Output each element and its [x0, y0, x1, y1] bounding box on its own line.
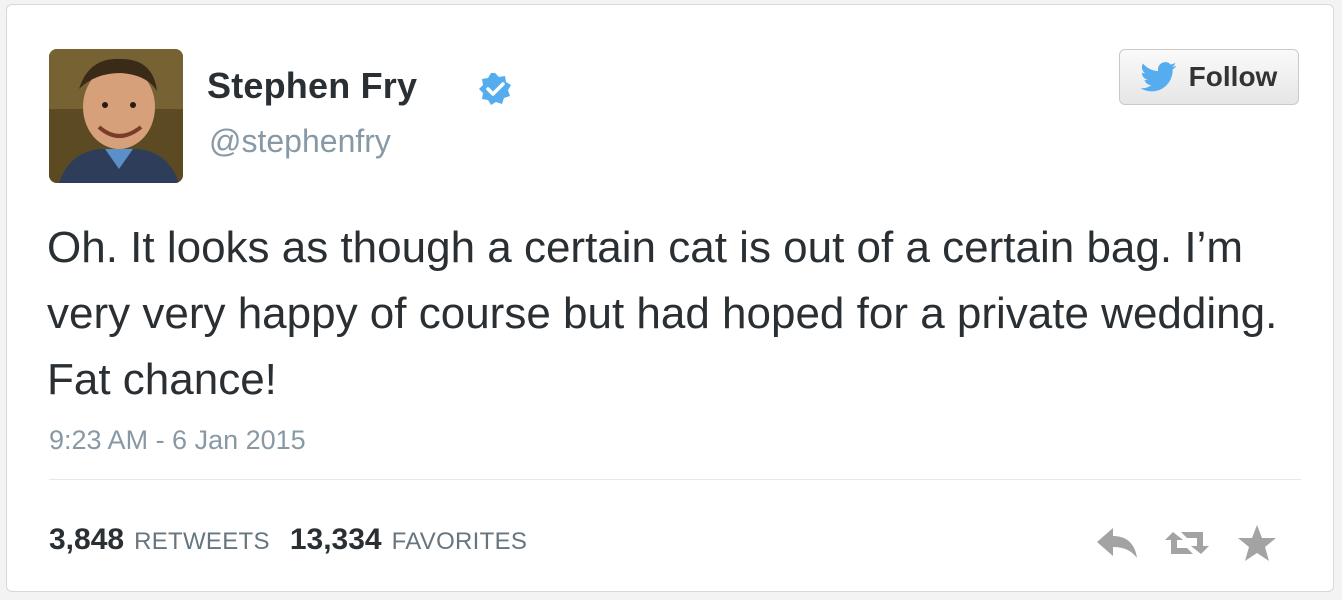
tweet-timestamp[interactable]: 9:23 AM - 6 Jan 2015 — [49, 425, 306, 456]
avatar-photo — [49, 49, 183, 183]
retweet-button[interactable] — [1163, 521, 1211, 565]
follow-button[interactable]: Follow — [1119, 49, 1299, 105]
divider — [49, 479, 1301, 480]
tweet-text: Oh. It looks as though a certain cat is … — [47, 223, 1278, 404]
verified-badge-icon — [479, 73, 511, 105]
follow-button-label: Follow — [1188, 61, 1278, 92]
author-handle[interactable]: @stephenfry — [209, 123, 391, 160]
reply-icon — [1097, 528, 1137, 558]
retweets-count: 3,848 — [49, 523, 125, 556]
tweet-card: Stephen Fry @stephenfry Follow Oh. It lo… — [6, 4, 1334, 592]
reply-button[interactable] — [1093, 521, 1141, 565]
favorites-label: FAVORITES — [391, 528, 528, 555]
favorite-star-icon — [1238, 525, 1276, 561]
favorite-button[interactable] — [1233, 521, 1281, 565]
tweet-stats: 3,848 RETWEETS 13,334 FAVORITES — [49, 523, 527, 557]
favorites-stat[interactable]: 13,334 FAVORITES — [290, 523, 527, 557]
retweets-stat[interactable]: 3,848 RETWEETS — [49, 523, 270, 557]
avatar[interactable] — [49, 49, 183, 183]
favorites-count: 13,334 — [289, 523, 382, 556]
retweets-label: RETWEETS — [134, 528, 270, 555]
tweet-actions — [1093, 521, 1281, 565]
twitter-bird-icon — [1140, 62, 1177, 92]
retweet-icon — [1165, 532, 1209, 554]
author-name[interactable]: Stephen Fry — [207, 65, 417, 107]
